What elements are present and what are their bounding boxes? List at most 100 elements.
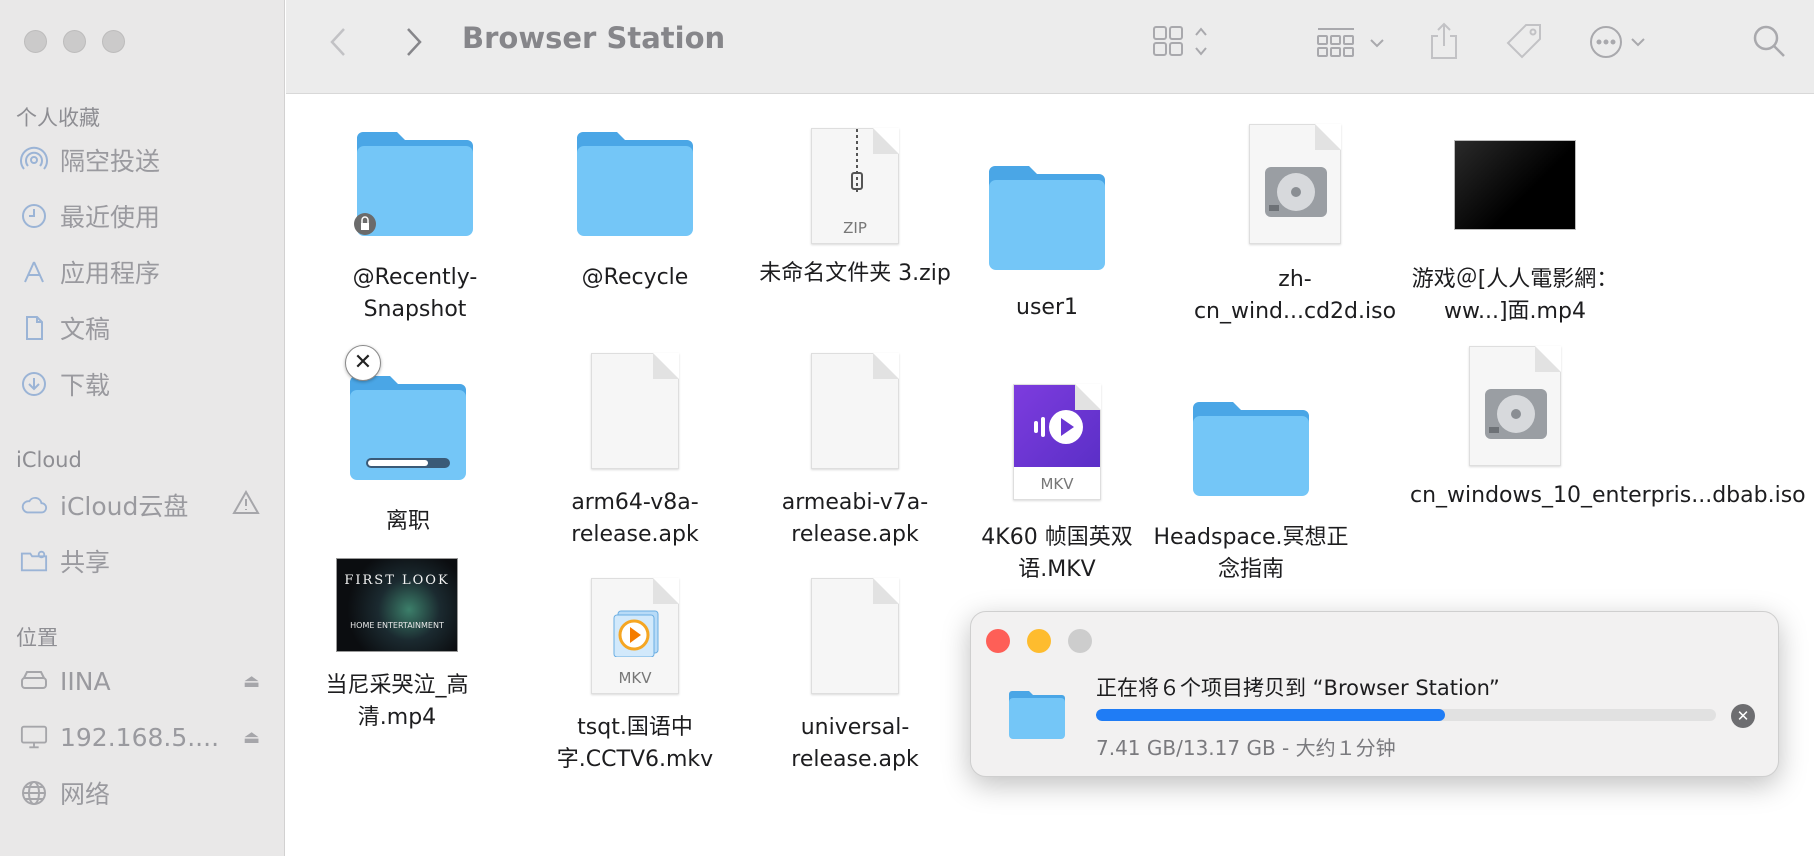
- copy-progress-dialog: 正在将６个项目拷贝到 “Browser Station” 7.41 GB/13.…: [970, 611, 1779, 777]
- file-item[interactable]: cn_windows_10_enterpris...dbab.iso: [1410, 346, 1806, 512]
- search-icon[interactable]: [1752, 24, 1786, 58]
- dialog-close-button[interactable]: [986, 629, 1010, 653]
- copy-progress-fill: [1096, 709, 1445, 721]
- poster-title: FIRST LOOK: [344, 573, 450, 588]
- copying-folder-icon: [350, 376, 466, 480]
- download-icon: [20, 370, 48, 398]
- sidebar-item-label: 192.168.5....: [60, 722, 220, 752]
- cancel-copy-button[interactable]: ✕: [1731, 704, 1755, 728]
- file-label: 游戏＠[人人電影網：ww...]面.mp4: [1411, 267, 1619, 324]
- video-thumbnail: [1454, 140, 1576, 230]
- group-icon[interactable]: [1316, 26, 1388, 60]
- file-item[interactable]: 游戏＠[人人電影網：ww...]面.mp4: [1410, 140, 1620, 328]
- eject-icon[interactable]: ⏏: [243, 671, 260, 692]
- sidebar-item-label: 文稿: [60, 315, 111, 344]
- shared-folder-icon: [20, 547, 48, 575]
- file-label: tsqt.国语中字.CCTV6.mkv: [556, 715, 714, 772]
- file-label: Headspace.冥想正念指南: [1153, 525, 1349, 582]
- sidebar-item-icloud-drive[interactable]: iCloud云盘: [20, 485, 280, 525]
- icloud-header: iCloud: [16, 448, 82, 472]
- mkv-player-file-icon: MKV: [591, 578, 679, 694]
- file-label: armeabi-v7a-release.apk: [781, 490, 929, 547]
- apk-file-icon: [811, 353, 899, 469]
- window-title: Browser Station: [462, 21, 726, 55]
- favorites-header: 个人收藏: [16, 106, 100, 130]
- document-icon: [20, 314, 48, 342]
- file-item[interactable]: ZIP 未命名文件夹 3.zip: [750, 128, 960, 290]
- file-item[interactable]: @Recycle: [530, 124, 740, 294]
- sidebar-item-network-share[interactable]: 192.168.5.... ⏏: [20, 717, 280, 757]
- close-window-button[interactable]: [24, 30, 47, 53]
- drive-icon: [20, 667, 48, 695]
- toolbar: Browser Station: [286, 0, 1814, 94]
- file-item[interactable]: MKV 4K60 帧国英双语.MKV: [952, 384, 1162, 586]
- sidebar-item-recents[interactable]: 最近使用: [20, 196, 280, 236]
- sidebar-item-label: IINA: [60, 666, 111, 696]
- file-item[interactable]: zh-cn_wind...cd2d.iso: [1190, 124, 1400, 328]
- sidebar-item-documents[interactable]: 文稿: [20, 308, 280, 348]
- sidebar-item-label: 网络: [60, 780, 111, 809]
- copy-status-detail: 7.41 GB/13.17 GB - 大约１分钟: [1096, 736, 1396, 760]
- file-item[interactable]: armeabi-v7a-release.apk: [750, 353, 960, 551]
- folder-icon: [577, 132, 693, 236]
- poster-subtitle: HOME ENTERTAINMENT: [350, 621, 444, 630]
- warning-icon[interactable]: [232, 489, 260, 521]
- file-item[interactable]: FIRST LOOK HOME ENTERTAINMENT 当尼采哭泣_高清.m…: [292, 558, 502, 734]
- window-controls: [24, 30, 125, 53]
- mkv-badge: MKV: [1040, 475, 1074, 493]
- zip-file-icon: ZIP: [811, 128, 899, 244]
- file-label: user1: [1016, 295, 1078, 320]
- sidebar-item-downloads[interactable]: 下载: [20, 364, 280, 404]
- dialog-zoom-button[interactable]: [1068, 629, 1092, 653]
- mkv-badge: MKV: [618, 669, 652, 687]
- tag-icon[interactable]: [1504, 22, 1544, 62]
- file-label: arm64-v8a-release.apk: [571, 490, 699, 547]
- disk-image-icon: [1249, 124, 1341, 244]
- view-mode-icon[interactable]: [1152, 24, 1212, 60]
- folder-icon: [1009, 691, 1065, 739]
- forward-button[interactable]: [402, 24, 426, 60]
- back-button[interactable]: [326, 24, 350, 60]
- more-actions-icon[interactable]: [1589, 24, 1649, 60]
- apk-file-icon: [811, 578, 899, 694]
- sidebar-item-iina[interactable]: IINA ⏏: [20, 661, 280, 701]
- locations-header: 位置: [16, 626, 58, 650]
- file-item[interactable]: MKV tsqt.国语中字.CCTV6.mkv: [530, 578, 740, 776]
- clock-icon: [20, 202, 48, 230]
- folder-icon: [1193, 402, 1309, 496]
- sidebar-item-label: 应用程序: [60, 259, 161, 288]
- share-icon[interactable]: [1428, 22, 1460, 60]
- file-item[interactable]: universal-release.apk: [750, 578, 960, 776]
- copy-status-title: 正在将６个项目拷贝到 “Browser Station”: [1096, 676, 1500, 700]
- sidebar-item-shared[interactable]: 共享: [20, 541, 280, 581]
- sidebar-item-airdrop[interactable]: 隔空投送: [20, 140, 280, 180]
- airdrop-icon: [20, 146, 48, 174]
- mkv-file-icon: MKV: [1013, 384, 1101, 500]
- zip-badge: ZIP: [843, 219, 867, 237]
- sidebar-item-label: 下载: [60, 371, 111, 400]
- file-item[interactable]: @Recently-Snapshot: [310, 124, 520, 326]
- sidebar-item-network[interactable]: 网络: [20, 773, 280, 813]
- file-label: zh-cn_wind...cd2d.iso: [1193, 267, 1397, 324]
- file-item[interactable]: Headspace.冥想正念指南: [1146, 394, 1356, 586]
- file-item[interactable]: arm64-v8a-release.apk: [530, 353, 740, 551]
- file-label: @Recently-Snapshot: [352, 265, 478, 322]
- file-label: 离职: [385, 509, 430, 534]
- minimize-window-button[interactable]: [63, 30, 86, 53]
- file-label: 4K60 帧国英双语.MKV: [981, 525, 1133, 582]
- file-label: 未命名文件夹 3.zip: [759, 261, 951, 286]
- apk-file-icon: [591, 353, 679, 469]
- eject-icon[interactable]: ⏏: [243, 727, 260, 748]
- copy-progress-bar: [1096, 709, 1716, 721]
- folder-icon: [989, 166, 1105, 270]
- sidebar-item-applications[interactable]: 应用程序: [20, 252, 280, 292]
- disk-image-icon: [1469, 346, 1561, 466]
- file-label: universal-release.apk: [791, 715, 919, 772]
- zoom-window-button[interactable]: [102, 30, 125, 53]
- sidebar-item-label: 隔空投送: [60, 147, 161, 176]
- stop-copy-button[interactable]: ✕: [345, 345, 381, 381]
- file-item[interactable]: 离职: [303, 368, 513, 538]
- sidebar-item-label: 共享: [60, 548, 111, 577]
- dialog-minimize-button[interactable]: [1027, 629, 1051, 653]
- file-item[interactable]: user1: [942, 158, 1152, 324]
